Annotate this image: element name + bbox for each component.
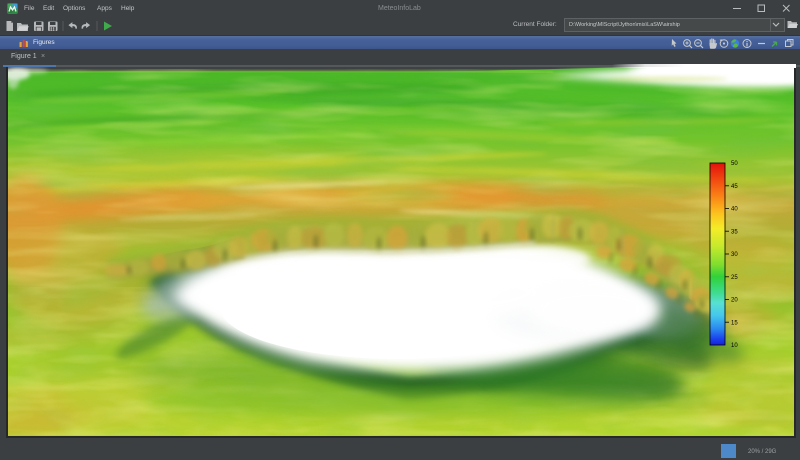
svg-text:10: 10 xyxy=(731,343,738,349)
svg-text:25: 25 xyxy=(731,275,738,281)
svg-text:15: 15 xyxy=(731,320,738,326)
svg-text:35: 35 xyxy=(731,229,738,235)
svg-text:50: 50 xyxy=(731,161,738,167)
svg-text:45: 45 xyxy=(731,184,738,190)
svg-text:20: 20 xyxy=(731,298,738,304)
svg-text:30: 30 xyxy=(731,252,738,258)
svg-text:40: 40 xyxy=(731,207,738,213)
